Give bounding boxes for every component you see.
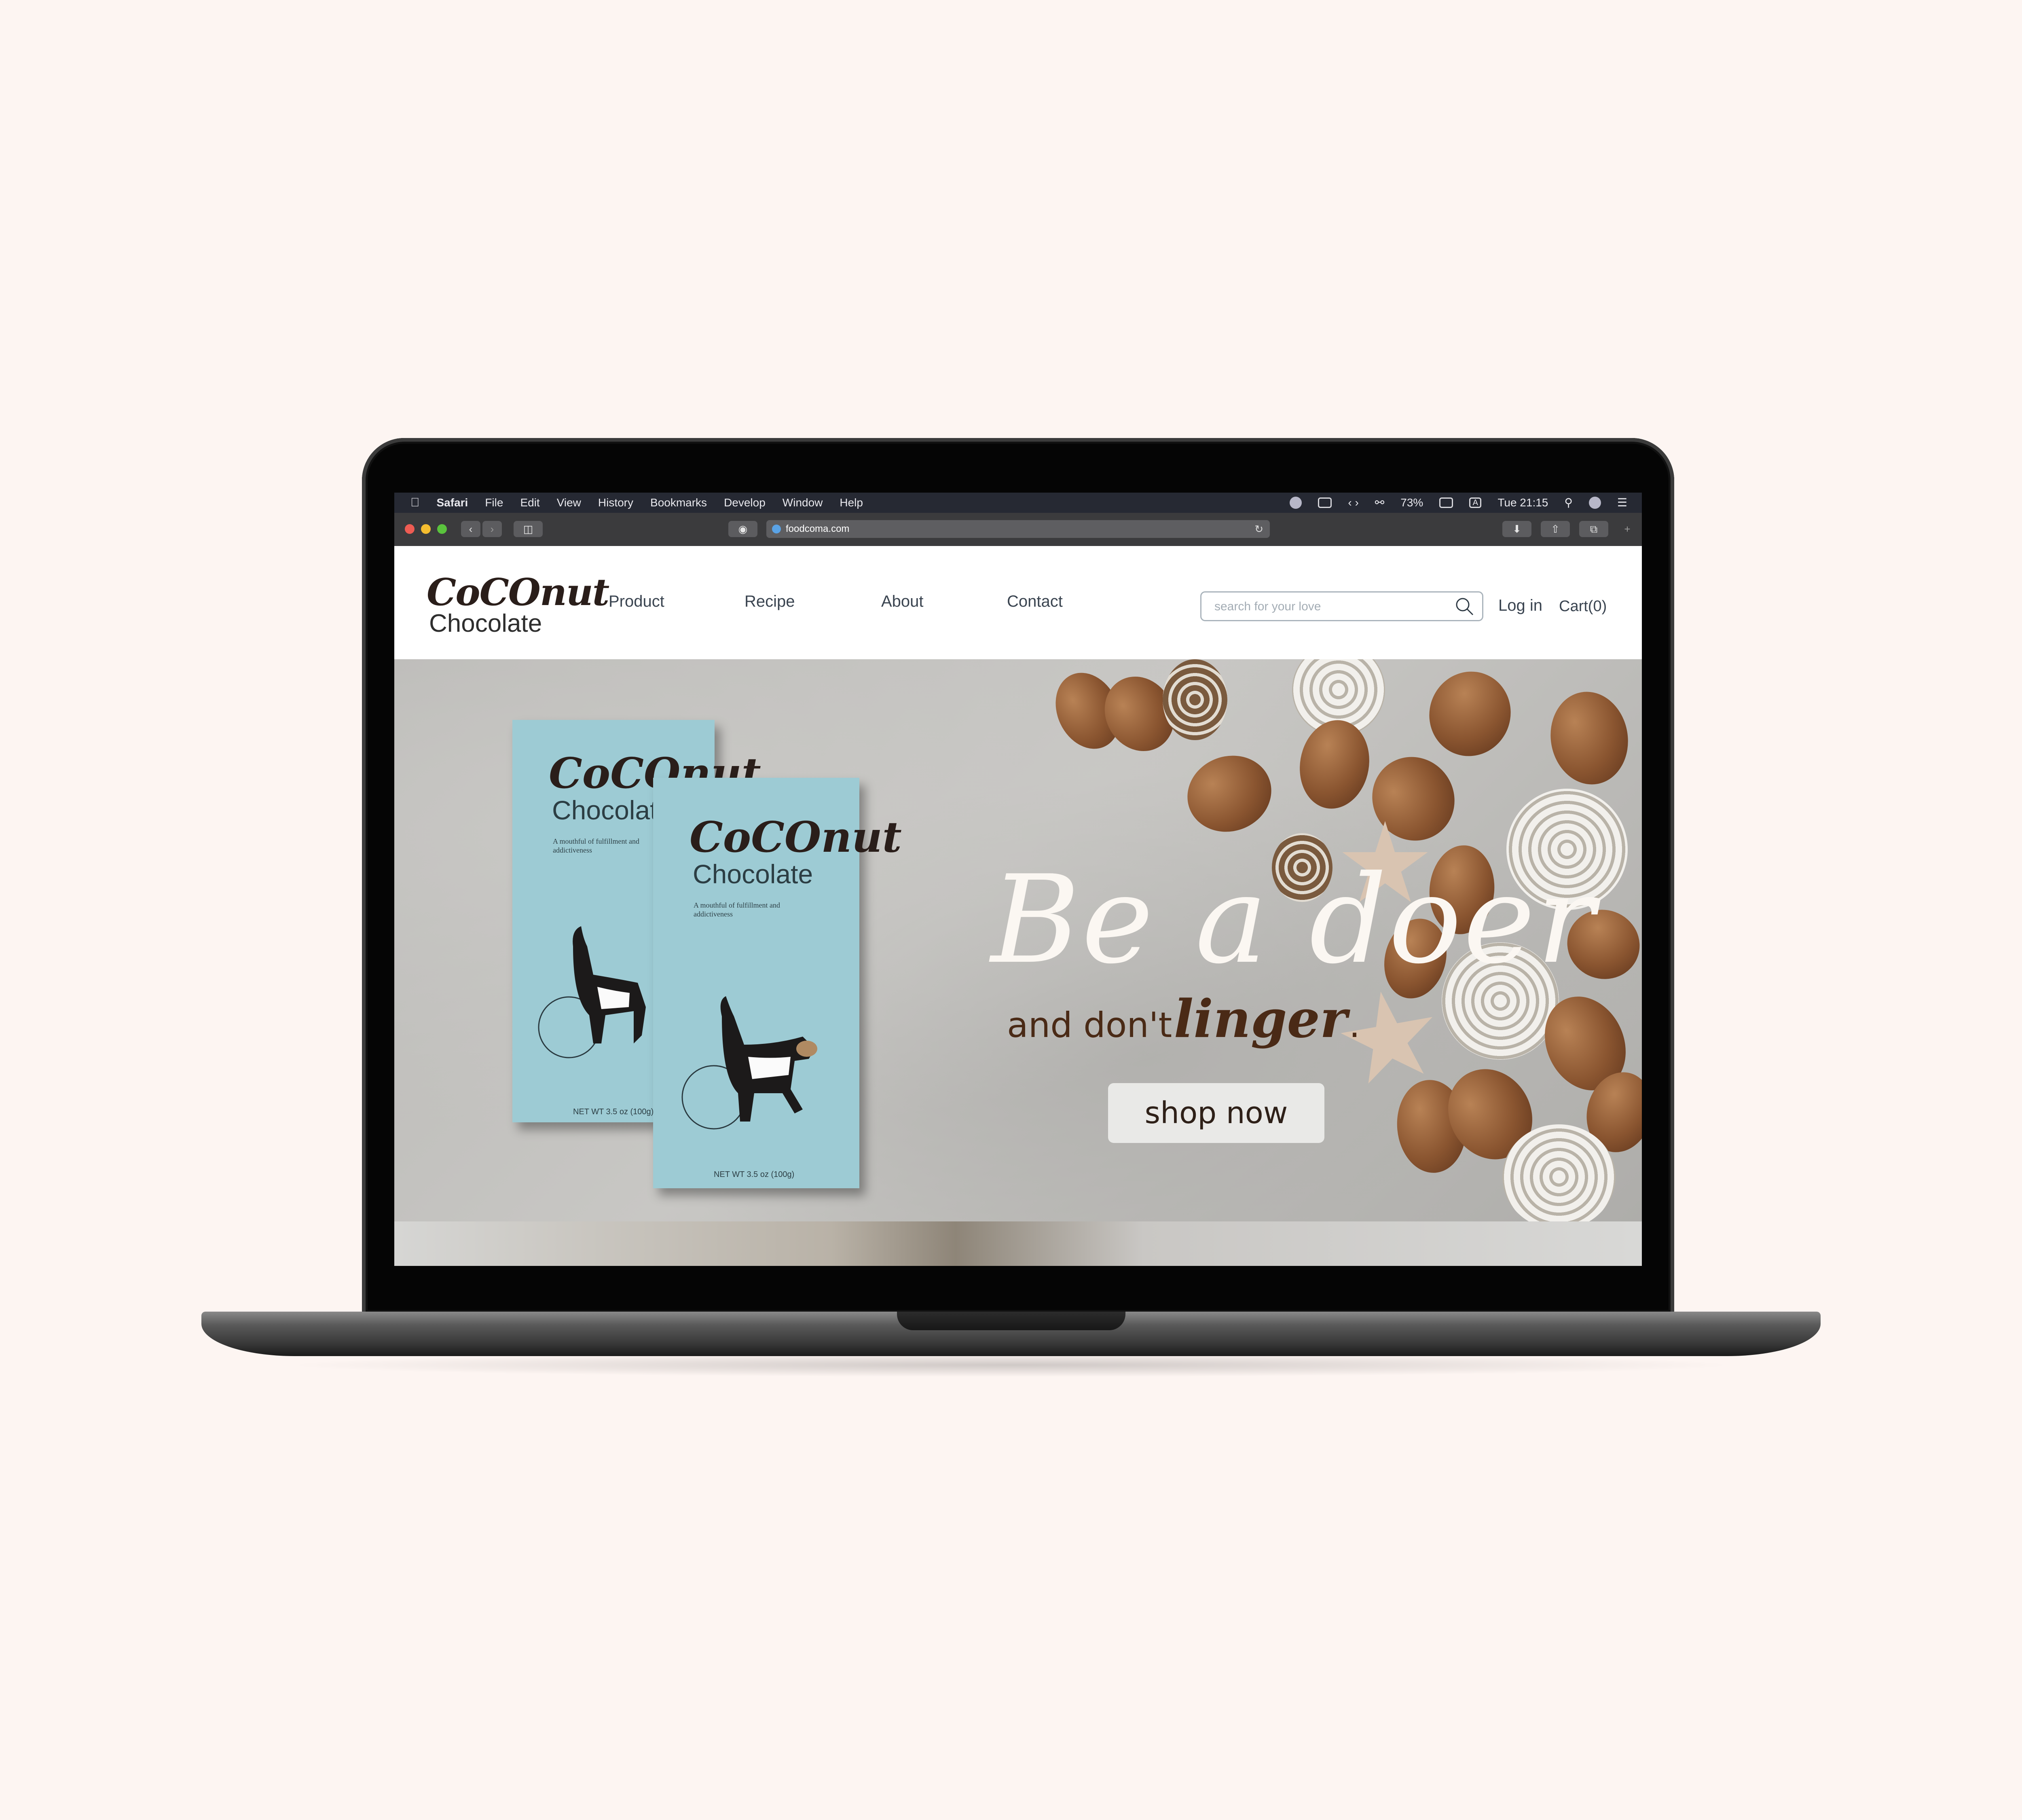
laptop-notch <box>897 1312 1125 1330</box>
forward-button[interactable]: › <box>482 521 502 537</box>
cat-illustration-icon <box>681 996 817 1130</box>
search-icon[interactable] <box>1454 596 1475 617</box>
nav-about[interactable]: About <box>881 593 924 611</box>
shop-now-button[interactable]: shop now <box>1108 1083 1324 1143</box>
address-bar[interactable]: foodcoma.com ↻ <box>766 520 1270 538</box>
menu-help[interactable]: Help <box>840 493 863 513</box>
site-logo[interactable]: CoCOnut Chocolate <box>427 570 609 639</box>
package-weight: NET WT 3.5 oz (100g) <box>714 1170 795 1179</box>
code-icon[interactable]: ‹ › <box>1348 493 1358 513</box>
walnut-decoration <box>1293 714 1376 815</box>
clock[interactable]: Tue 21:15 <box>1497 493 1548 513</box>
site-header: CoCOnut Chocolate Product Recipe About C… <box>394 546 1642 659</box>
tagline-emphasis: linger <box>1174 989 1347 1050</box>
next-section-preview <box>394 1221 1642 1266</box>
hero-banner: CoCOnut Chocolate A mouthful of fulfillm… <box>394 659 1642 1221</box>
nav-product[interactable]: Product <box>609 593 664 611</box>
minimize-window-icon[interactable] <box>421 524 431 534</box>
creative-cloud-icon[interactable] <box>1290 497 1302 509</box>
logo-wordmark-bottom: Chocolate <box>429 609 542 637</box>
walnut-decoration <box>1356 741 1471 857</box>
input-source-icon[interactable]: A <box>1469 497 1482 508</box>
downloads-icon[interactable]: ⬇ <box>1502 521 1531 537</box>
mockup-stage:  Safari File Edit View History Bookmark… <box>0 0 2022 1820</box>
menu-history[interactable]: History <box>598 493 633 513</box>
notification-center-icon[interactable]: ☰ <box>1617 493 1627 513</box>
nav-contact[interactable]: Contact <box>1007 593 1063 611</box>
package-brand: CoCOnut <box>690 812 902 862</box>
menu-app-safari[interactable]: Safari <box>437 493 468 513</box>
battery-icon[interactable] <box>1439 497 1453 508</box>
menu-bar:  Safari File Edit View History Bookmark… <box>394 493 1642 513</box>
menu-develop[interactable]: Develop <box>724 493 766 513</box>
menu-window[interactable]: Window <box>783 493 823 513</box>
cart-link[interactable]: Cart(0) <box>1559 598 1607 615</box>
menu-file[interactable]: File <box>485 493 503 513</box>
hero-tagline: and don't linger . <box>1007 989 1360 1050</box>
package-tagline: A mouthful of fulfillment and addictiven… <box>694 901 780 918</box>
package-weight: NET WT 3.5 oz (100g) <box>573 1107 654 1116</box>
back-button[interactable]: ‹ <box>461 521 480 537</box>
walnut-decoration <box>1176 744 1282 844</box>
zoom-window-icon[interactable] <box>437 524 447 534</box>
menu-view[interactable]: View <box>557 493 581 513</box>
site-favicon-icon <box>772 525 781 533</box>
walnut-decoration <box>1417 660 1523 768</box>
search-input[interactable] <box>1214 597 1450 616</box>
screen:  Safari File Edit View History Bookmark… <box>394 493 1642 1266</box>
package-tagline: A mouthful of fulfillment and addictiven… <box>553 837 639 854</box>
tagline-start: and don't <box>1007 1005 1172 1045</box>
siri-icon[interactable] <box>1588 497 1601 509</box>
reload-icon[interactable]: ↻ <box>1254 520 1263 538</box>
reader-extension-icon[interactable]: ◉ <box>728 521 757 537</box>
laptop-shadow <box>283 1353 1739 1377</box>
pinecone-decoration <box>1163 659 1227 740</box>
spotlight-search-icon[interactable]: ⚲ <box>1564 493 1573 513</box>
menu-bookmarks[interactable]: Bookmarks <box>650 493 707 513</box>
share-icon[interactable]: ⇧ <box>1541 521 1570 537</box>
login-link[interactable]: Log in <box>1498 597 1542 615</box>
new-tab-icon[interactable]: + <box>1618 521 1637 537</box>
walnut-decoration <box>1543 686 1635 791</box>
close-window-icon[interactable] <box>405 524 415 534</box>
hero-headline: Be a doer <box>991 849 1597 990</box>
url-text: foodcoma.com <box>786 523 850 534</box>
browser-toolbar: ‹ › ◫ ◉ foodcoma.com ↻ ⬇ ⇧ ⧉ + <box>394 513 1642 547</box>
airplay-icon[interactable] <box>1318 497 1332 508</box>
battery-percent[interactable]: 73% <box>1400 493 1423 513</box>
tabs-overview-icon[interactable]: ⧉ <box>1579 521 1608 537</box>
nav-recipe[interactable]: Recipe <box>745 593 795 611</box>
menu-edit[interactable]: Edit <box>520 493 539 513</box>
wifi-icon[interactable]: ⚯ <box>1375 493 1384 513</box>
search-box <box>1200 591 1483 621</box>
logo-wordmark-top: CoCOnut <box>427 570 609 614</box>
sidebar-toggle-icon[interactable]: ◫ <box>514 521 543 537</box>
chocolate-package-front: CoCOnut Chocolate A mouthful of fulfillm… <box>653 778 902 1188</box>
tagline-end: . <box>1349 1005 1360 1045</box>
apple-logo-icon[interactable]:  <box>410 493 420 513</box>
cat-illustration-icon <box>538 926 646 1058</box>
package-subtitle: Chocolate <box>693 859 813 889</box>
